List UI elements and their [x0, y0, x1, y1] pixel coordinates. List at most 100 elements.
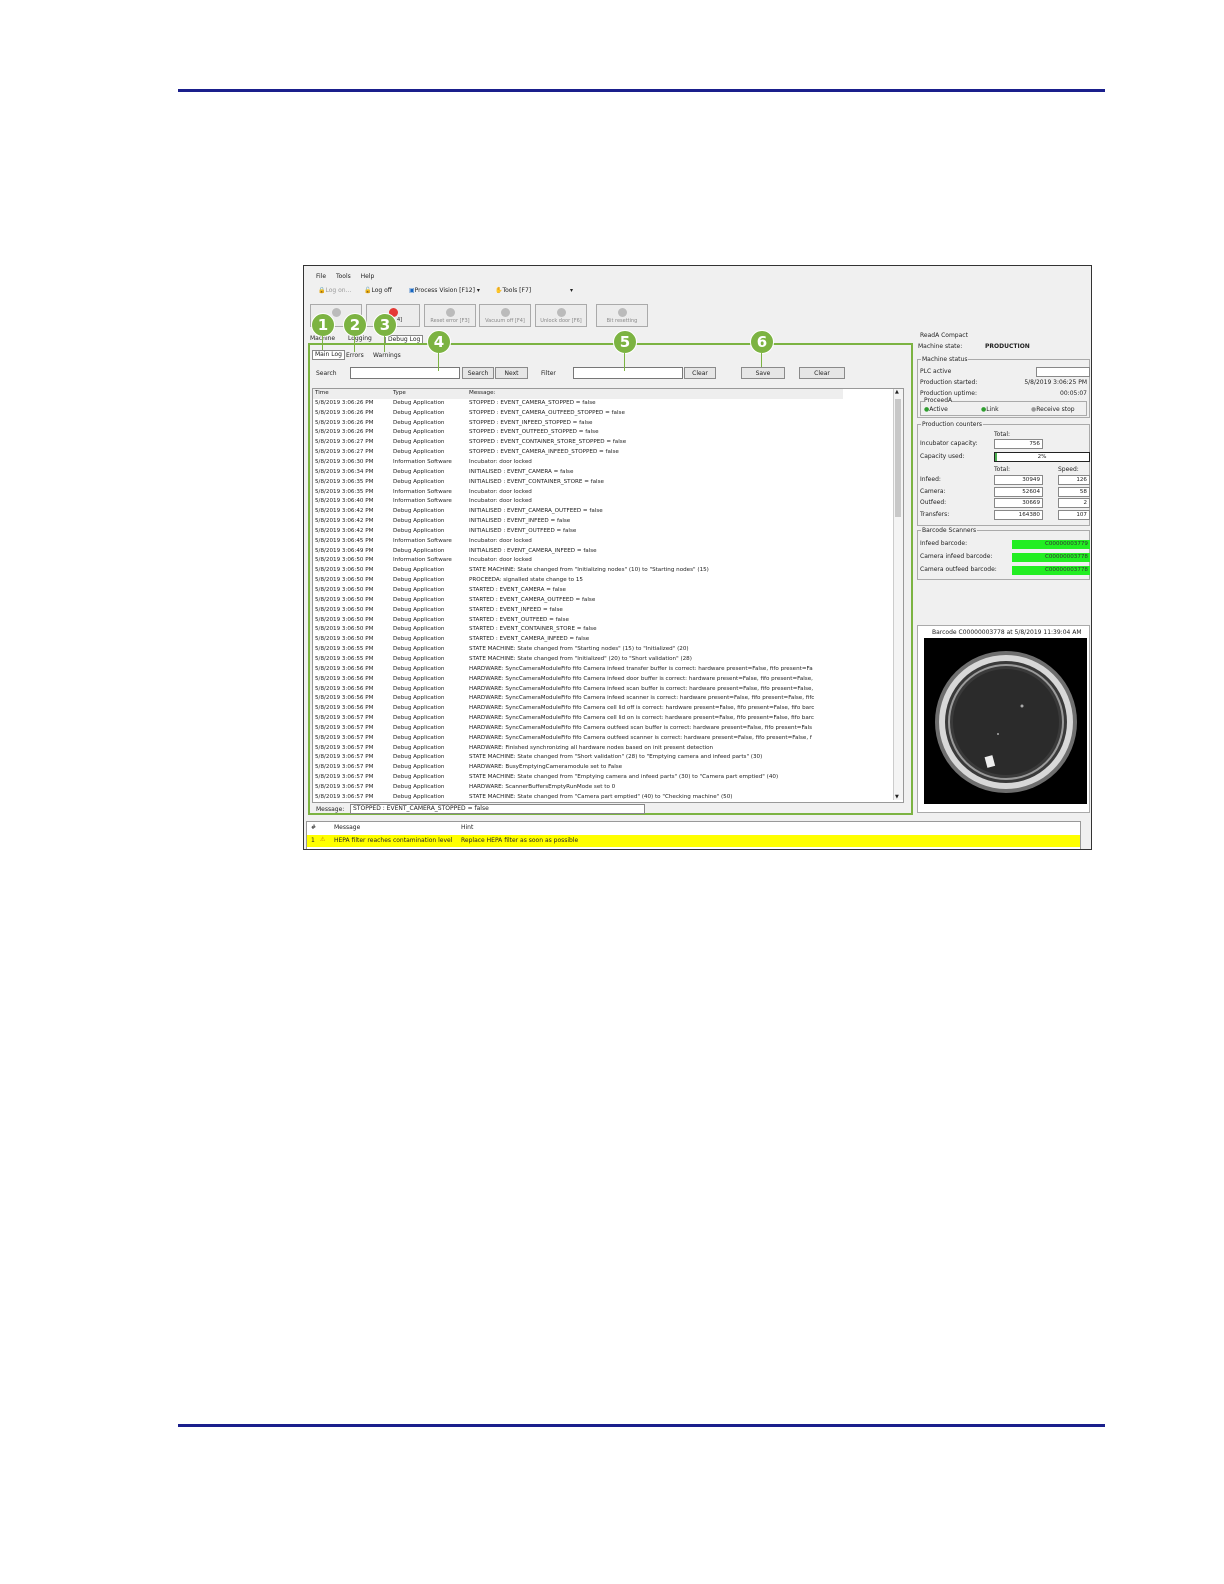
log-row[interactable]: 5/8/2019 3:06:26 PM Debug Application STOP…: [313, 428, 893, 438]
log-scrollbar[interactable]: ▲ ▼: [893, 389, 903, 800]
log-row[interactable]: 5/8/2019 3:06:49 PM Debug Application INIT…: [313, 547, 893, 557]
filter-input[interactable]: [573, 367, 683, 379]
log-row[interactable]: 5/8/2019 3:06:26 PM Debug Application STOP…: [313, 399, 893, 409]
log-type: Debug Application: [393, 784, 445, 790]
log-row[interactable]: 5/8/2019 3:06:42 PM Debug Application INIT…: [313, 507, 893, 517]
log-type: Debug Application: [393, 655, 445, 662]
log-row[interactable]: 5/8/2019 3:06:35 PM Debug Application INIT…: [313, 478, 893, 488]
log-time: 5/8/2019 3:06:26 PM: [315, 429, 374, 436]
log-row[interactable]: 5/8/2019 3:06:50 PM Debug Application STAT…: [313, 566, 893, 576]
log-time: 5/8/2019 3:06:45 PM: [315, 537, 374, 544]
log-row[interactable]: 5/8/2019 3:06:34 PM Debug Application INIT…: [313, 468, 893, 478]
log-row[interactable]: 5/8/2019 3:06:50 PM Debug Application STAR…: [313, 635, 893, 645]
log-row[interactable]: 5/8/2019 3:06:55 PM Debug Application STAT…: [313, 655, 893, 665]
log-row[interactable]: 5/8/2019 3:06:57 PM Debug Application HARD…: [313, 724, 893, 734]
log-row[interactable]: 5/8/2019 3:06:56 PM Debug Application HARD…: [313, 694, 893, 704]
search-button[interactable]: Search: [462, 367, 494, 379]
toolbar: 🔒Log on... 🔓Log off ▣Process Vision [F12…: [312, 285, 612, 298]
log-row[interactable]: 5/8/2019 3:06:57 PM Debug Application HARD…: [313, 763, 893, 773]
production-counters-title: Production counters: [921, 421, 984, 429]
log-row[interactable]: 5/8/2019 3:06:50 PM Debug Application STAR…: [313, 606, 893, 616]
clear-log-button[interactable]: Clear: [799, 367, 845, 379]
log-row[interactable]: 5/8/2019 3:06:50 PM Information Software I…: [313, 556, 893, 566]
log-time: 5/8/2019 3:06:50 PM: [315, 606, 374, 613]
reset-icon: [445, 308, 455, 317]
menu-file[interactable]: File: [316, 273, 326, 280]
log-type: Debug Application: [393, 715, 445, 722]
bit-resetting-button[interactable]: Bit resetting: [596, 304, 648, 327]
alarm-row[interactable]: 1 ⚠ HEPA filter reaches contamination le…: [307, 835, 1080, 847]
filter-label: Filter: [541, 370, 556, 377]
log-message: HARDWARE: SyncCameraModuleFifo fifo Came…: [469, 685, 814, 692]
log-row[interactable]: 5/8/2019 3:06:50 PM Debug Application STAR…: [313, 616, 893, 626]
callout-1-line: [322, 336, 323, 350]
log-time: 5/8/2019 3:06:56 PM: [315, 695, 374, 702]
log-row[interactable]: 5/8/2019 3:06:26 PM Debug Application STOP…: [313, 419, 893, 429]
log-time: 5/8/2019 3:06:50 PM: [315, 587, 374, 593]
log-row[interactable]: 5/8/2019 3:06:50 PM Debug Application PROC…: [313, 576, 893, 586]
reset-error-button[interactable]: Reset error [F3]: [424, 304, 476, 327]
log-row[interactable]: 5/8/2019 3:06:56 PM Debug Application HARD…: [313, 704, 893, 714]
column-header-message[interactable]: Message:: [469, 389, 495, 399]
log-time: 5/8/2019 3:06:26 PM: [315, 419, 374, 426]
tools-button[interactable]: ✋Tools [F7]: [495, 287, 531, 295]
scroll-down-icon[interactable]: ▼: [895, 794, 899, 800]
log-row[interactable]: 5/8/2019 3:06:35 PM Information Software I…: [313, 488, 893, 498]
callout-6: 6: [750, 330, 774, 354]
subtab-warnings[interactable]: Warnings: [373, 352, 401, 360]
log-table[interactable]: Time Type Message: 5/8/2019 3:06:26 PM De…: [312, 388, 904, 803]
search-input[interactable]: [350, 367, 460, 379]
menu-tools[interactable]: Tools: [336, 273, 351, 280]
log-row[interactable]: 5/8/2019 3:06:50 PM Debug Application STAR…: [313, 586, 893, 596]
log-row[interactable]: 5/8/2019 3:06:26 PM Debug Application STOP…: [313, 409, 893, 419]
log-row[interactable]: 5/8/2019 3:06:27 PM Debug Application STOP…: [313, 438, 893, 448]
log-row[interactable]: 5/8/2019 3:06:56 PM Debug Application HARD…: [313, 665, 893, 675]
menu-help[interactable]: Help: [361, 273, 375, 280]
log-row[interactable]: 5/8/2019 3:06:57 PM Debug Application HARD…: [313, 744, 893, 754]
log-message: STARTED : EVENT_CAMERA_INFEED = false: [469, 636, 590, 643]
log-on-button[interactable]: 🔒Log on...: [318, 287, 351, 295]
log-row[interactable]: 5/8/2019 3:06:57 PM Debug Application STAT…: [313, 773, 893, 783]
log-off-button[interactable]: 🔓Log off: [364, 287, 392, 295]
log-message: STARTED : EVENT_OUTFEED = false: [469, 616, 569, 623]
log-message: STATE MACHINE: State changed from "Initi…: [469, 655, 692, 662]
log-row[interactable]: 5/8/2019 3:06:40 PM Information Software I…: [313, 497, 893, 507]
subtab-errors[interactable]: Errors: [346, 352, 364, 360]
message-value: STOPPED : EVENT_CAMERA_STOPPED = false: [350, 804, 645, 814]
log-row[interactable]: 5/8/2019 3:06:56 PM Debug Application HARD…: [313, 675, 893, 685]
log-time: 5/8/2019 3:06:56 PM: [315, 675, 374, 682]
scroll-up-icon[interactable]: ▲: [895, 389, 899, 395]
unlock-door-button[interactable]: Unlock door [F6]: [535, 304, 587, 327]
column-header-type[interactable]: Type: [393, 389, 406, 399]
log-message: INITIALISED : EVENT_INFEED = false: [469, 518, 571, 525]
alarm-header-hint: Hint: [461, 824, 474, 831]
toolbar-dropdown-icon[interactable]: ▾: [570, 287, 573, 295]
log-row[interactable]: 5/8/2019 3:06:50 PM Debug Application STAR…: [313, 596, 893, 606]
log-row[interactable]: 5/8/2019 3:06:57 PM Debug Application HARD…: [313, 783, 893, 793]
log-row[interactable]: 5/8/2019 3:06:57 PM Debug Application STAT…: [313, 753, 893, 763]
next-button[interactable]: Next: [495, 367, 528, 379]
subtab-main-log[interactable]: Main Log: [312, 350, 345, 360]
log-row[interactable]: 5/8/2019 3:06:42 PM Debug Application INIT…: [313, 527, 893, 537]
log-row[interactable]: 5/8/2019 3:06:50 PM Debug Application STAR…: [313, 625, 893, 635]
log-row[interactable]: 5/8/2019 3:06:30 PM Information Software I…: [313, 458, 893, 468]
scroll-thumb[interactable]: [895, 399, 901, 517]
process-vision-button[interactable]: ▣Process Vision [F12] ▾: [409, 287, 480, 295]
log-row[interactable]: 5/8/2019 3:06:57 PM Debug Application HARD…: [313, 734, 893, 744]
log-row[interactable]: 5/8/2019 3:06:55 PM Debug Application STAT…: [313, 645, 893, 655]
log-row[interactable]: 5/8/2019 3:06:42 PM Debug Application INIT…: [313, 517, 893, 527]
log-row[interactable]: 5/8/2019 3:06:57 PM Debug Application STAT…: [313, 793, 893, 802]
log-time: 5/8/2019 3:06:27 PM: [315, 439, 374, 446]
log-row[interactable]: 5/8/2019 3:06:57 PM Debug Application HARD…: [313, 714, 893, 724]
log-row[interactable]: 5/8/2019 3:06:27 PM Debug Application STOP…: [313, 448, 893, 458]
column-header-time[interactable]: Time: [315, 389, 329, 399]
log-message: INITIALISED : EVENT_CAMERA_OUTFEED = fal…: [469, 508, 603, 515]
log-row[interactable]: 5/8/2019 3:06:56 PM Debug Application HARD…: [313, 685, 893, 695]
filter-clear-button[interactable]: Clear: [684, 367, 716, 379]
log-message: Incubator: door locked: [469, 488, 532, 495]
log-message: Incubator: door locked: [469, 537, 532, 544]
log-time: 5/8/2019 3:06:50 PM: [315, 596, 374, 603]
log-row[interactable]: 5/8/2019 3:06:45 PM Information Software I…: [313, 537, 893, 547]
vacuum-off-button[interactable]: Vacuum off [F4]: [479, 304, 531, 327]
save-button[interactable]: Save: [741, 367, 785, 379]
